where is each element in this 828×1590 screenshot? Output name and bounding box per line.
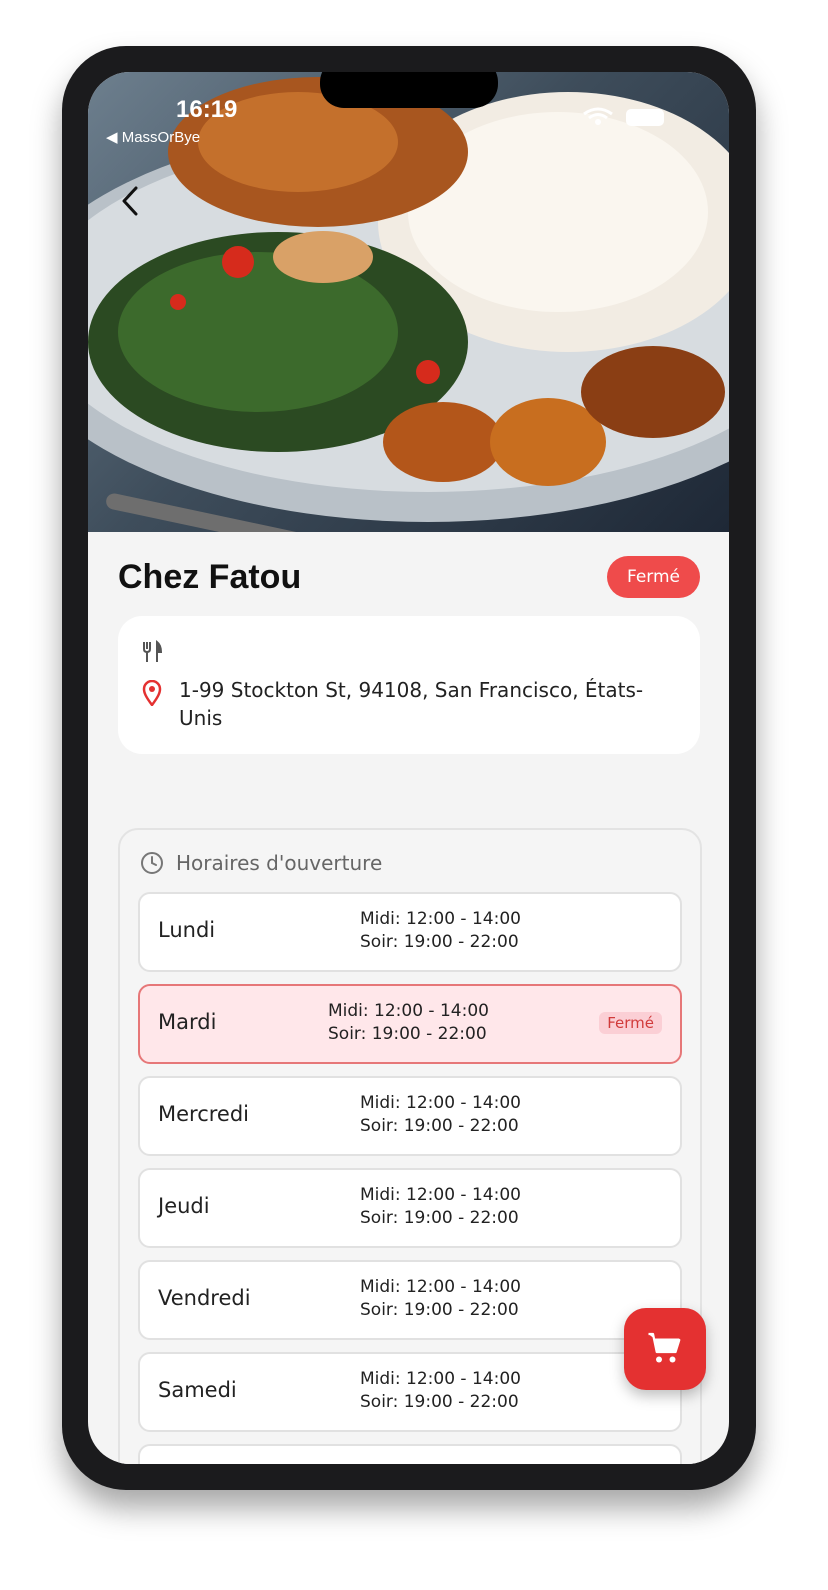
day-row-partial (138, 1444, 682, 1464)
day-hours: Midi: 12:00 - 14:00 Soir: 19:00 - 22:00 (360, 908, 521, 954)
day-row-vendredi: Vendredi Midi: 12:00 - 14:00 Soir: 19:00… (138, 1260, 682, 1340)
back-to-app-link[interactable]: ◀ MassOrBye (106, 128, 200, 146)
app-screen: 16:19 ◀ MassOrBye Chez Fatou Fermé 1-99 … (88, 72, 729, 1464)
day-row-lundi: Lundi Midi: 12:00 - 14:00 Soir: 19:00 - … (138, 892, 682, 972)
restaurant-header: Chez Fatou Fermé (118, 556, 700, 604)
opening-hours-section: Horaires d'ouverture Lundi Midi: 12:00 -… (118, 828, 702, 1464)
soir-hours: Soir: 19:00 - 22:00 (360, 1300, 519, 1320)
soir-hours: Soir: 19:00 - 22:00 (360, 1208, 519, 1228)
cart-button[interactable] (624, 1308, 706, 1390)
soir-hours: Soir: 19:00 - 22:00 (360, 932, 519, 952)
chevron-left-icon[interactable] (114, 184, 148, 218)
day-hours: Midi: 12:00 - 14:00 Soir: 19:00 - 22:00 (360, 1184, 521, 1230)
day-row-mardi: Mardi Midi: 12:00 - 14:00 Soir: 19:00 - … (138, 984, 682, 1064)
day-hours: Midi: 12:00 - 14:00 Soir: 19:00 - 22:00 (360, 1368, 521, 1414)
day-row-mercredi: Mercredi Midi: 12:00 - 14:00 Soir: 19:00… (138, 1076, 682, 1156)
day-name: Jeudi (158, 1194, 210, 1218)
day-name: Mercredi (158, 1102, 250, 1126)
status-icons (583, 107, 664, 126)
midi-hours: Midi: 12:00 - 14:00 (360, 1093, 521, 1113)
status-time: 16:19 (176, 96, 238, 123)
restaurant-name: Chez Fatou (118, 558, 302, 596)
dynamic-island (320, 72, 498, 108)
day-row-samedi: Samedi Midi: 12:00 - 14:00 Soir: 19:00 -… (138, 1352, 682, 1432)
map-pin-icon (142, 680, 162, 706)
day-name: Vendredi (158, 1286, 251, 1310)
wifi-icon (583, 107, 613, 125)
midi-hours: Midi: 12:00 - 14:00 (360, 1277, 521, 1297)
battery-icon (626, 109, 664, 126)
cart-icon (648, 1332, 681, 1363)
day-name: Lundi (158, 918, 216, 942)
midi-hours: Midi: 12:00 - 14:00 (328, 1001, 489, 1021)
soir-hours: Soir: 19:00 - 22:00 (328, 1024, 487, 1044)
restaurant-info-card: 1-99 Stockton St, 94108, San Francisco, … (118, 616, 700, 754)
day-name: Samedi (158, 1378, 237, 1402)
midi-hours: Midi: 12:00 - 14:00 (360, 909, 521, 929)
opening-hours-title: Horaires d'ouverture (176, 851, 383, 875)
opening-hours-header: Horaires d'ouverture (140, 848, 382, 878)
day-hours: Midi: 12:00 - 14:00 Soir: 19:00 - 22:00 (360, 1092, 521, 1138)
day-name: Mardi (158, 1010, 217, 1034)
day-closed-badge: Fermé (599, 1012, 662, 1034)
midi-hours: Midi: 12:00 - 14:00 (360, 1369, 521, 1389)
day-hours: Midi: 12:00 - 14:00 Soir: 19:00 - 22:00 (328, 1000, 489, 1046)
clock-icon (141, 852, 163, 874)
restaurant-address: 1-99 Stockton St, 94108, San Francisco, … (179, 678, 644, 730)
status-badge: Fermé (606, 556, 700, 598)
day-hours: Midi: 12:00 - 14:00 Soir: 19:00 - 22:00 (360, 1276, 521, 1322)
day-row-jeudi: Jeudi Midi: 12:00 - 14:00 Soir: 19:00 - … (138, 1168, 682, 1248)
midi-hours: Midi: 12:00 - 14:00 (360, 1185, 521, 1205)
soir-hours: Soir: 19:00 - 22:00 (360, 1116, 519, 1136)
utensils-icon (143, 640, 163, 662)
soir-hours: Soir: 19:00 - 22:00 (360, 1392, 519, 1412)
